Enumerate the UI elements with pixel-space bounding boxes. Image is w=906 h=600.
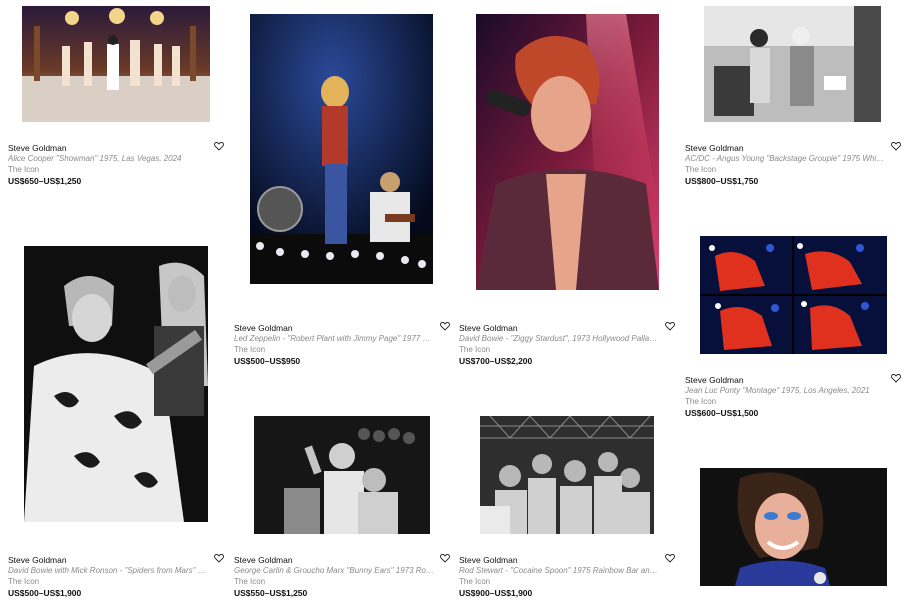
artwork-image[interactable] bbox=[22, 6, 210, 122]
artist-name[interactable]: Steve Goldman bbox=[685, 143, 744, 153]
artwork-image[interactable] bbox=[704, 6, 881, 122]
artwork-title[interactable]: David Bowie - "Ziggy Stardust", 1973 Hol… bbox=[459, 334, 659, 343]
heart-icon[interactable] bbox=[891, 141, 901, 151]
artwork-image[interactable] bbox=[24, 246, 208, 522]
artwork-title[interactable]: Jean Luc Ponty "Montage" 1975, Los Angel… bbox=[685, 386, 885, 395]
artist-name[interactable]: Steve Goldman bbox=[8, 143, 67, 153]
artwork-image[interactable] bbox=[476, 14, 659, 290]
gallery-name: The Icon bbox=[459, 577, 491, 586]
heart-icon[interactable] bbox=[665, 321, 675, 331]
gallery-name: The Icon bbox=[459, 345, 491, 354]
artwork-image[interactable] bbox=[254, 416, 430, 534]
artist-name[interactable]: Steve Goldman bbox=[459, 323, 518, 333]
heart-icon[interactable] bbox=[214, 553, 224, 563]
heart-icon[interactable] bbox=[891, 373, 901, 383]
artwork-image[interactable] bbox=[700, 468, 887, 586]
price-range: US$550–US$1,250 bbox=[234, 588, 308, 598]
artwork-title[interactable]: Led Zeppelin - "Robert Plant with Jimmy … bbox=[234, 334, 434, 343]
artwork-image[interactable] bbox=[250, 14, 433, 284]
artwork-image[interactable] bbox=[700, 236, 887, 354]
price-range: US$650–US$1,250 bbox=[8, 176, 82, 186]
price-range: US$700–US$2,200 bbox=[459, 356, 533, 366]
artwork-title[interactable]: George Carlin & Groucho Marx "Bunny Ears… bbox=[234, 566, 434, 575]
heart-icon[interactable] bbox=[665, 553, 675, 563]
artwork-image[interactable] bbox=[480, 416, 654, 534]
artist-name[interactable]: Steve Goldman bbox=[685, 375, 744, 385]
gallery-name: The Icon bbox=[8, 165, 40, 174]
price-range: US$500–US$1,900 bbox=[8, 588, 82, 598]
heart-icon[interactable] bbox=[214, 141, 224, 151]
artist-name[interactable]: Steve Goldman bbox=[234, 555, 293, 565]
price-range: US$800–US$1,750 bbox=[685, 176, 759, 186]
price-range: US$500–US$950 bbox=[234, 356, 301, 366]
heart-icon[interactable] bbox=[440, 553, 450, 563]
artwork-title[interactable]: Alice Cooper "Showman" 1975, Las Vegas, … bbox=[8, 154, 208, 163]
artist-name[interactable]: Steve Goldman bbox=[8, 555, 67, 565]
heart-icon[interactable] bbox=[440, 321, 450, 331]
gallery-name: The Icon bbox=[234, 345, 266, 354]
gallery-name: The Icon bbox=[8, 577, 40, 586]
price-range: US$600–US$1,500 bbox=[685, 408, 759, 418]
artwork-title[interactable]: AC/DC - Angus Young "Backstage Groupie" … bbox=[685, 154, 885, 163]
gallery-name: The Icon bbox=[685, 397, 717, 406]
artwork-title[interactable]: David Bowie with Mick Ronson - "Spiders … bbox=[8, 566, 208, 575]
gallery-name: The Icon bbox=[685, 165, 717, 174]
artwork-title[interactable]: Rod Stewart - "Cocaine Spoon" 1975 Rainb… bbox=[459, 566, 659, 575]
artist-name[interactable]: Steve Goldman bbox=[234, 323, 293, 333]
price-range: US$900–US$1,900 bbox=[459, 588, 533, 598]
artist-name[interactable]: Steve Goldman bbox=[459, 555, 518, 565]
gallery-name: The Icon bbox=[234, 577, 266, 586]
